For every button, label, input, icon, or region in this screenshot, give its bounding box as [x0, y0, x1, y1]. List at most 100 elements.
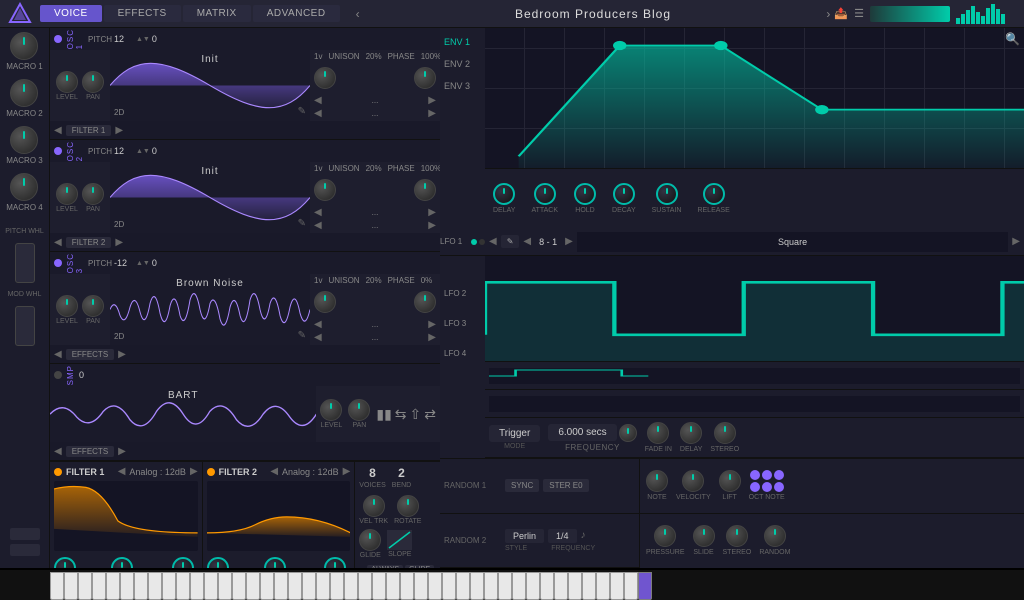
lfo1-nav-left[interactable]: ◀	[489, 236, 497, 247]
piano-key-a6[interactable]	[610, 572, 624, 600]
rand2-random-knob[interactable]	[764, 525, 786, 547]
osc2-pan-knob[interactable]	[82, 183, 104, 205]
osc2-filter-left[interactable]: ◀	[54, 237, 62, 248]
lfo1-pencil-icon[interactable]: ✎	[501, 235, 520, 248]
piano-key-g5[interactable]	[498, 572, 512, 600]
nav-next-arrow[interactable]: ›	[822, 7, 834, 21]
osc1-filter-btn[interactable]: FILTER 1	[66, 125, 112, 136]
smp-bounce-icon[interactable]: ⇄	[424, 406, 436, 423]
osc1-nav-left[interactable]: ◀	[314, 95, 322, 106]
smp-loop-icon[interactable]: ▮▮	[376, 406, 391, 423]
piano-key-f4[interactable]	[386, 572, 400, 600]
env-decay-knob[interactable]	[613, 183, 635, 205]
piano-key-a2[interactable]	[218, 572, 232, 600]
filter1-led[interactable]	[54, 468, 62, 476]
tab-advanced[interactable]: ADVANCED	[253, 5, 340, 22]
piano-key-f5[interactable]	[484, 572, 498, 600]
lfo1-nav-right[interactable]: ▶	[565, 236, 573, 247]
smp-pan-knob[interactable]	[348, 399, 370, 421]
macro3-knob[interactable]	[10, 126, 38, 154]
env-delay-knob[interactable]	[493, 183, 515, 205]
tab-voice[interactable]: VOICE	[40, 5, 102, 22]
piano-key-a4[interactable]	[414, 572, 428, 600]
smp-export-icon[interactable]: ⇧	[410, 406, 422, 423]
piano-key-d4[interactable]	[358, 572, 372, 600]
piano-key-c[interactable]	[50, 572, 64, 600]
env-hold-knob[interactable]	[574, 183, 596, 205]
piano-key-c4[interactable]	[344, 572, 358, 600]
tab-matrix[interactable]: MATRIX	[183, 5, 251, 22]
filter1-drive-knob[interactable]	[54, 557, 76, 568]
osc2-unison-knob[interactable]	[314, 179, 336, 201]
piano-key-e2[interactable]	[176, 572, 190, 600]
smp-led[interactable]	[54, 371, 62, 379]
rand2-slide-knob[interactable]	[693, 525, 715, 547]
piano-key-c3[interactable]	[246, 572, 260, 600]
random1-stereo-btn[interactable]: STER E0	[543, 479, 588, 492]
bottom-btn-2[interactable]	[10, 544, 40, 556]
filter2-mix-knob[interactable]	[264, 557, 286, 568]
osc1-nav-right[interactable]: ▶	[428, 95, 436, 106]
bottom-btn-1[interactable]	[10, 528, 40, 540]
piano-key-b3[interactable]	[330, 572, 344, 600]
filter1-type-right[interactable]: ▶	[190, 466, 198, 477]
piano-key-b5[interactable]	[526, 572, 540, 600]
nav-prev-arrow[interactable]: ‹	[352, 7, 364, 21]
lfo2-label[interactable]: LFO 2	[442, 278, 483, 308]
piano-keys[interactable]	[50, 572, 652, 600]
macro1-knob[interactable]	[10, 32, 38, 60]
osc2-edit-icon[interactable]: ✎	[298, 218, 306, 229]
smp-filter-btn[interactable]: EFFECTS	[66, 446, 114, 457]
filter2-drive-knob[interactable]	[207, 557, 229, 568]
osc3-led[interactable]	[54, 259, 62, 267]
rand1-note-knob[interactable]	[646, 470, 668, 492]
osc3-nav-left[interactable]: ◀	[314, 319, 322, 330]
lfo4-label[interactable]: LFO 4	[442, 338, 483, 368]
piano-key-a[interactable]	[120, 572, 134, 600]
tab-effects[interactable]: EFFECTS	[104, 5, 181, 22]
osc1-level-knob[interactable]	[56, 71, 78, 93]
lfo4-fadein-knob[interactable]	[647, 422, 669, 444]
smp-reverse-icon[interactable]: ⇆	[395, 406, 407, 423]
filter2-keytrk-knob[interactable]	[324, 557, 346, 568]
osc1-nav2-left[interactable]: ◀	[314, 108, 322, 119]
mod-wheel[interactable]	[15, 306, 35, 346]
piano-key-g3[interactable]	[302, 572, 316, 600]
piano-key-d[interactable]	[64, 572, 78, 600]
piano-key-e3[interactable]	[274, 572, 288, 600]
osc3-nav2-left[interactable]: ◀	[314, 332, 322, 343]
piano-key-f3[interactable]	[288, 572, 302, 600]
osc3-filter-right[interactable]: ▶	[118, 349, 126, 360]
osc2-filter-btn[interactable]: FILTER 2	[66, 237, 112, 248]
osc3-unison-knob[interactable]	[314, 291, 336, 313]
osc2-phase-knob[interactable]	[414, 179, 436, 201]
filter2-type-right[interactable]: ▶	[343, 466, 351, 477]
env2-label[interactable]: ENV 2	[442, 54, 483, 74]
random2-note-icon[interactable]: ♪	[581, 530, 586, 541]
smp-level-knob[interactable]	[320, 399, 342, 421]
osc2-nav-left[interactable]: ◀	[314, 207, 322, 218]
osc1-filter-left[interactable]: ◀	[54, 125, 62, 136]
osc2-level-knob[interactable]	[56, 183, 78, 205]
osc2-nav-right[interactable]: ▶	[428, 207, 436, 218]
piano-key-d5[interactable]	[456, 572, 470, 600]
env1-label[interactable]: ENV 1	[442, 32, 483, 52]
filter1-type-left[interactable]: ◀	[118, 466, 126, 477]
lfo4-stereo-knob[interactable]	[714, 422, 736, 444]
menu-icon[interactable]: ☰	[854, 7, 864, 20]
smp-filter-right[interactable]: ▶	[118, 446, 126, 457]
piano-key-e[interactable]	[78, 572, 92, 600]
piano-key-g2[interactable]	[204, 572, 218, 600]
lfo1-nav-left2[interactable]: ◀	[523, 236, 531, 247]
osc2-nav2-right[interactable]: ▶	[428, 220, 436, 231]
filter2-type-left[interactable]: ◀	[270, 466, 278, 477]
piano-key-d6[interactable]	[554, 572, 568, 600]
piano-key-f[interactable]	[92, 572, 106, 600]
lfo1-type-right[interactable]: ▶	[1012, 236, 1020, 247]
osc1-edit-icon[interactable]: ✎	[298, 106, 306, 117]
osc1-filter-right[interactable]: ▶	[115, 125, 123, 136]
osc3-nav2-right[interactable]: ▶	[428, 332, 436, 343]
osc3-filter-left[interactable]: ◀	[54, 349, 62, 360]
env-search-icon[interactable]: 🔍	[1005, 32, 1020, 46]
piano-key-f2[interactable]	[190, 572, 204, 600]
